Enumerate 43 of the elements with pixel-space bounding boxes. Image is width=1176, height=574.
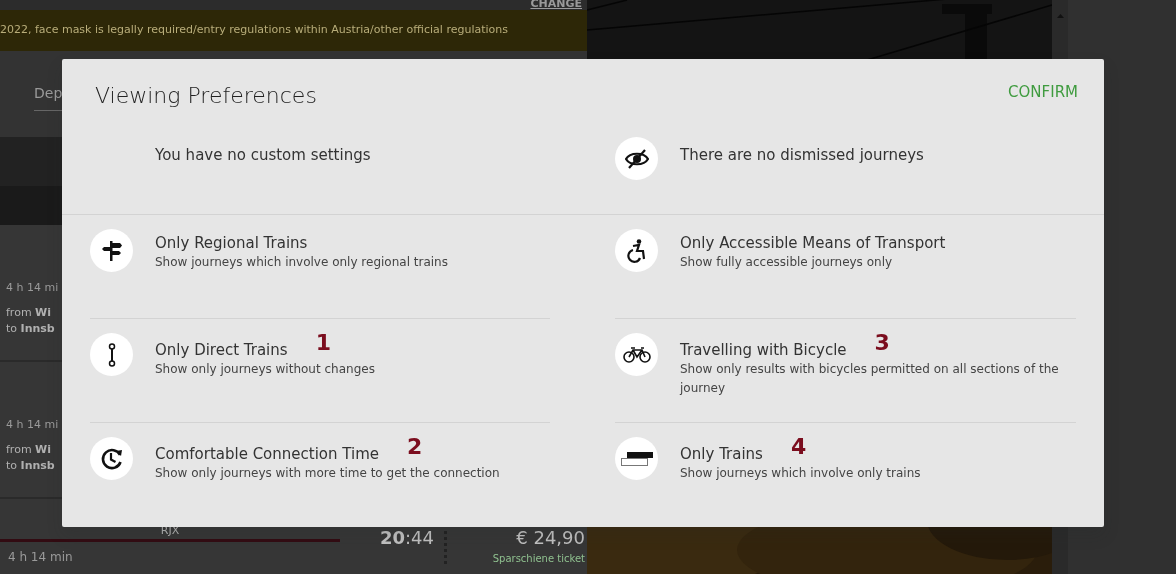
option-description: Show only journeys without changes (155, 361, 375, 378)
duration-text: 4 h 14 min (7, 549, 74, 566)
dialog-title: Viewing Preferences (95, 82, 317, 110)
route-icon (107, 342, 116, 367)
route-to-text: to Innsb (6, 458, 55, 475)
arrival-time: 20:44 (378, 526, 435, 550)
annotation-number: 4 (790, 436, 807, 458)
annotation-number: 1 (315, 332, 331, 354)
option-description: Show only results with bicycles permitted on all sections of the journey (680, 361, 1060, 397)
option-description: Show only journeys with more time to get the connection (155, 465, 500, 482)
duration-text: 4 h 14 mi (6, 280, 59, 297)
duration-text: 4 h 14 mi (6, 417, 59, 434)
preference-option[interactable]: Travelling with Bicycle 3 Show only results with bicycles permitted on all sections of the journey (615, 319, 1076, 423)
train-icon (620, 451, 653, 466)
option-title: Only Trains (680, 445, 763, 464)
bicycle-icon (622, 346, 651, 363)
option-title: Only Accessible Means of Transport (680, 234, 946, 253)
preference-option[interactable]: Comfortable Connection Time 2 Show only journeys with more time to get the connection (90, 423, 550, 527)
route-from-text: from Wi (6, 441, 51, 458)
option-description: Show journeys which involve only regional trains (155, 254, 448, 271)
wheelchair-icon (626, 238, 647, 263)
annotation-number: 2 (407, 436, 423, 458)
option-description: Show fully accessible journeys only (680, 254, 894, 271)
route-to-text: to Innsb (6, 321, 55, 338)
option-title: Travelling with Bicycle (680, 341, 847, 360)
option-description: Show journeys which involve only trains (680, 465, 921, 482)
option-title: Comfortable Connection Time (155, 445, 379, 464)
option-title: Only Direct Trains (155, 341, 288, 360)
eye-slash-icon (624, 148, 649, 169)
preference-option[interactable]: Only Direct Trains 1 Show only journeys without changes (90, 319, 550, 423)
signpost-icon (100, 239, 123, 262)
preference-option[interactable]: Only Accessible Means of Transport Show fully accessible journeys only (615, 215, 1076, 319)
clock-icon (99, 446, 124, 471)
annotation-number: 3 (874, 332, 890, 354)
summary-text: You have no custom settings (155, 145, 371, 166)
route-from-text: from Wi (6, 304, 51, 321)
preference-option[interactable]: Only Trains 4 Show journeys which involve only trains (615, 423, 1076, 527)
price-text: € 24,90 (515, 526, 585, 550)
preference-option[interactable]: Only Regional Trains Show journeys which involve only regional trains (90, 215, 550, 319)
fare-text: Sparschiene ticket (491, 552, 585, 566)
summary-text: There are no dismissed journeys (680, 145, 924, 166)
option-title: Only Regional Trains (155, 234, 308, 253)
notice-text: 2022, face mask is legally required/entry regulations within Austria/other official regulations (0, 22, 508, 39)
